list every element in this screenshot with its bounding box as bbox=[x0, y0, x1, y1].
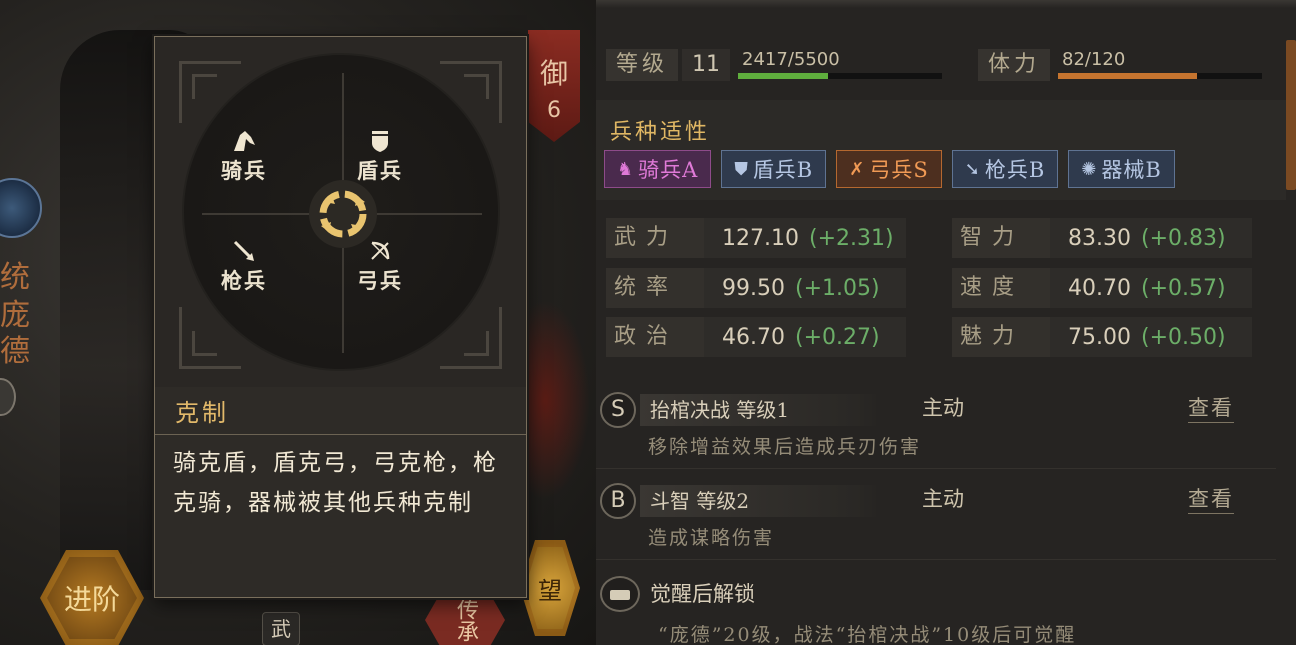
awaken-lock-icon bbox=[600, 576, 640, 612]
stat-bonus: (+0.57) bbox=[1140, 275, 1226, 301]
aptitude-chip-label: 盾兵B bbox=[752, 158, 814, 182]
counter-tooltip: 骑兵 盾兵 枪兵 弓兵 克制 骑克盾，盾克弓，弓克枪，枪克骑，器械被其他兵种克制 bbox=[154, 36, 527, 598]
stat-politics: 政治 46.70 (+0.27) bbox=[606, 317, 906, 357]
counter-description: 骑克盾，盾克弓，弓克枪，枪克骑，器械被其他兵种克制 bbox=[173, 450, 498, 516]
unit-bow: 弓兵 bbox=[340, 239, 420, 295]
unit-cavalry: 骑兵 bbox=[204, 129, 284, 185]
defense-banner-value: 6 bbox=[547, 98, 561, 123]
exp-track bbox=[738, 73, 943, 79]
stat-bonus: (+0.27) bbox=[794, 324, 880, 350]
cycle-arrows-icon bbox=[309, 180, 377, 248]
stat-value: 75.00 bbox=[1068, 324, 1131, 350]
skill-description: 造成谋略伤害 bbox=[648, 527, 775, 549]
spear-icon bbox=[204, 239, 284, 265]
skill-type: 主动 bbox=[922, 487, 964, 511]
stat-name: 武力 bbox=[606, 218, 704, 258]
skill-description: 移除增益效果后造成兵刃伤害 bbox=[648, 436, 922, 458]
level-value: 11 bbox=[682, 49, 731, 81]
defense-banner-label: 御 bbox=[539, 57, 568, 90]
horse-icon bbox=[204, 129, 284, 155]
view-skill-button[interactable]: 查看 bbox=[1188, 392, 1234, 423]
horse-icon: ♞ bbox=[617, 158, 635, 180]
stat-charm: 魅力 75.00 (+0.50) bbox=[952, 317, 1252, 357]
aptitude-chips: ♞ 骑兵A ⛊ 盾兵B ✗ 弓兵S ➘ 枪兵B ✺ 器械B bbox=[604, 150, 1175, 188]
aptitude-chip-label: 枪兵B bbox=[984, 158, 1046, 182]
stamina-label: 体力 bbox=[978, 49, 1051, 81]
exp-bar: 2417/5500 bbox=[738, 49, 943, 81]
unit-shield-label: 盾兵 bbox=[357, 158, 403, 183]
general-info-panel: 等级 11 2417/5500 体力 82/120 兵种适性 ♞ 骑兵A ⛊ 盾… bbox=[596, 0, 1296, 645]
stat-bonus: (+0.50) bbox=[1140, 324, 1226, 350]
level-row: 等级 11 2417/5500 bbox=[606, 48, 943, 82]
stat-bonus: (+1.05) bbox=[794, 275, 880, 301]
shield-icon bbox=[340, 129, 420, 155]
aptitude-chip-bow[interactable]: ✗ 弓兵S bbox=[836, 150, 942, 188]
stat-value: 83.30 bbox=[1068, 225, 1131, 251]
stat-speed: 速度 40.70 (+0.57) bbox=[952, 268, 1252, 308]
stat-value: 46.70 bbox=[722, 324, 785, 350]
stat-value: 40.70 bbox=[1068, 275, 1131, 301]
aptitude-chip-label: 器械B bbox=[1101, 158, 1162, 182]
stat-name: 政治 bbox=[606, 317, 704, 357]
skill-type: 主动 bbox=[922, 396, 964, 420]
stat-value: 127.10 bbox=[722, 225, 799, 251]
advance-button-label: 进阶 bbox=[47, 557, 137, 639]
unit-spear-label: 枪兵 bbox=[221, 268, 267, 293]
stamina-text: 82/120 bbox=[1062, 49, 1126, 70]
stat-name: 智力 bbox=[952, 218, 1050, 258]
aptitude-chip-cavalry[interactable]: ♞ 骑兵A bbox=[604, 150, 712, 188]
awaken-description: “庞德”20级，战法“抬棺决战”10级后可觉醒 bbox=[658, 624, 1077, 645]
stat-name: 统率 bbox=[606, 268, 704, 308]
aptitude-chip-label: 弓兵S bbox=[869, 158, 929, 182]
aptitude-chip-label: 骑兵A bbox=[638, 158, 699, 182]
force-tag: 武 bbox=[262, 612, 300, 645]
unit-bow-label: 弓兵 bbox=[357, 268, 403, 293]
aptitude-chip-shield[interactable]: ⛊ 盾兵B bbox=[721, 150, 827, 188]
stat-command: 统率 99.50 (+1.05) bbox=[606, 268, 906, 308]
shield-icon: ⛊ bbox=[734, 158, 749, 180]
skill-name: 抬棺决战 等级1 bbox=[640, 394, 880, 426]
counter-wheel-area: 骑兵 盾兵 枪兵 弓兵 bbox=[155, 37, 526, 387]
bow-icon: ✗ bbox=[849, 158, 866, 180]
stamina-fill bbox=[1058, 73, 1197, 79]
counter-wheel bbox=[182, 53, 500, 371]
stat-name: 速度 bbox=[952, 268, 1050, 308]
stat-name: 魅力 bbox=[952, 317, 1050, 357]
troop-aptitude-section: 兵种适性 ♞ 骑兵A ⛊ 盾兵B ✗ 弓兵S ➘ 枪兵B ✺ 器械B bbox=[596, 100, 1286, 200]
aptitude-chip-spear[interactable]: ➘ 枪兵B bbox=[951, 150, 1059, 188]
gear-icon: ✺ bbox=[1081, 158, 1098, 180]
skill-name: 斗智 等级2 bbox=[640, 485, 880, 517]
exp-fill bbox=[738, 73, 828, 79]
aptitude-title: 兵种适性 bbox=[610, 120, 711, 145]
skill-grade-badge: B bbox=[600, 483, 636, 519]
unit-cavalry-label: 骑兵 bbox=[221, 158, 267, 183]
scrollbar[interactable] bbox=[1286, 40, 1296, 190]
counter-title: 克制 bbox=[175, 399, 229, 427]
defense-banner: 御 6 bbox=[528, 30, 580, 142]
stat-value: 99.50 bbox=[722, 275, 785, 301]
aptitude-chip-siege[interactable]: ✺ 器械B bbox=[1068, 150, 1175, 188]
hero-name-char-3: 德 bbox=[0, 334, 30, 369]
unit-shield: 盾兵 bbox=[340, 129, 420, 185]
stat-force: 武力 127.10 (+2.31) bbox=[606, 218, 906, 258]
divider bbox=[155, 434, 526, 435]
bow-icon bbox=[340, 239, 420, 265]
hope-button-label: 望 bbox=[525, 547, 575, 629]
stat-bonus: (+2.31) bbox=[808, 225, 894, 251]
stamina-row: 体力 82/120 bbox=[978, 48, 1263, 82]
stat-bonus: (+0.83) bbox=[1140, 225, 1226, 251]
unit-spear: 枪兵 bbox=[204, 239, 284, 295]
divider bbox=[596, 468, 1276, 469]
stamina-track bbox=[1058, 73, 1263, 79]
stamina-bar: 82/120 bbox=[1058, 49, 1263, 81]
exp-text: 2417/5500 bbox=[742, 49, 840, 70]
divider bbox=[596, 559, 1276, 560]
stat-intelligence: 智力 83.30 (+0.83) bbox=[952, 218, 1252, 258]
view-skill-button[interactable]: 查看 bbox=[1188, 483, 1234, 514]
level-label: 等级 bbox=[606, 49, 679, 81]
spear-icon: ➘ bbox=[964, 158, 981, 180]
awaken-title: 觉醒后解锁 bbox=[650, 582, 755, 606]
skill-grade-badge: S bbox=[600, 392, 636, 428]
